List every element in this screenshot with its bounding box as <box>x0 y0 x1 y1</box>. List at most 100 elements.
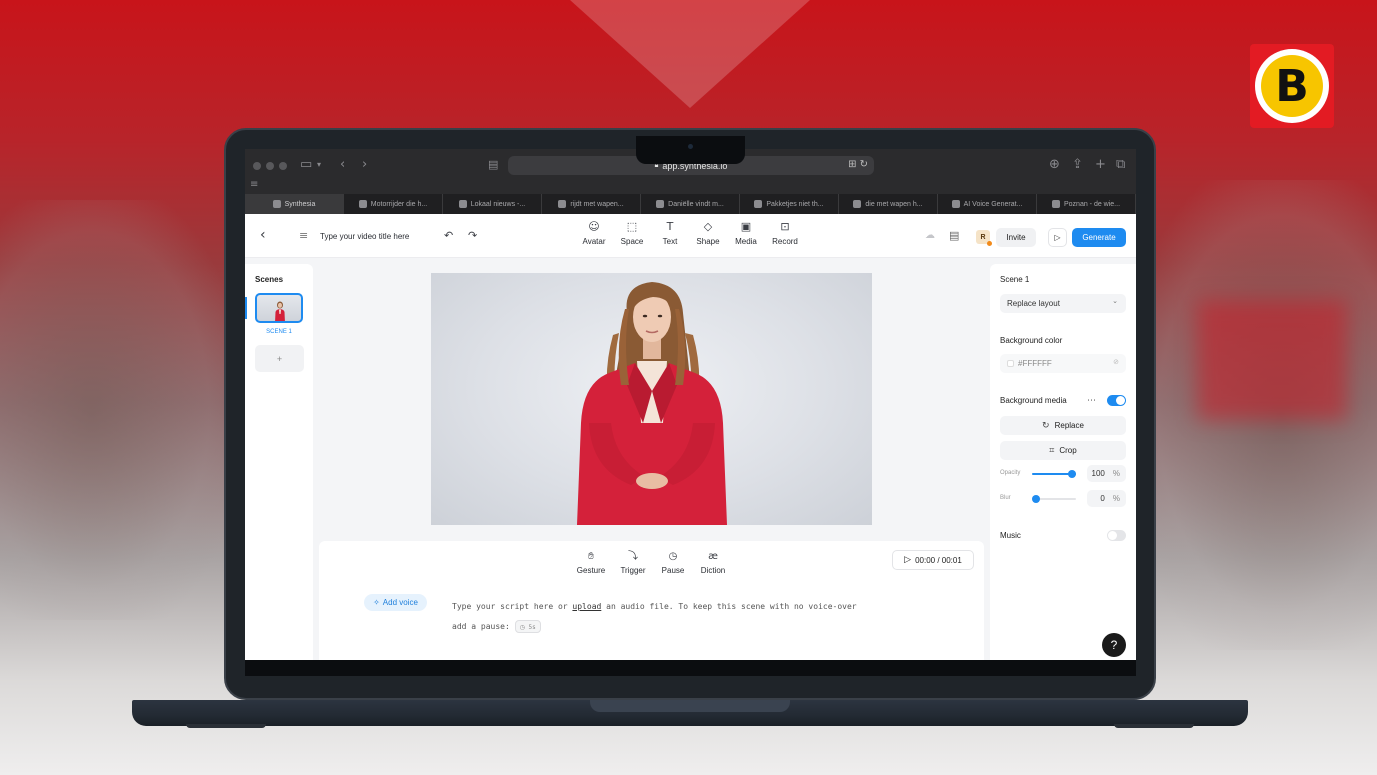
background-media-toggle[interactable] <box>1107 395 1126 406</box>
share-icon[interactable]: ⇪ <box>1072 157 1083 172</box>
back-chevron-icon[interactable]: ‹ <box>260 227 266 243</box>
record-icon: ⊡ <box>780 220 790 233</box>
blur-slider-handle[interactable] <box>1032 495 1040 503</box>
background-blur-left <box>0 200 230 620</box>
blur-slider[interactable] <box>1032 495 1076 503</box>
opacity-slider-handle[interactable] <box>1068 470 1076 478</box>
video-title-input[interactable]: Type your video title here <box>320 232 409 241</box>
browser-tab[interactable]: Synthesia <box>245 194 344 214</box>
tab-favicon-icon <box>1051 200 1060 208</box>
script-input[interactable]: Type your script here or upload an audio… <box>452 597 872 637</box>
tool-label: Gesture <box>576 566 606 575</box>
tab-favicon-icon <box>358 200 367 208</box>
opacity-slider[interactable] <box>1032 470 1076 478</box>
translate-reload-icon[interactable]: ⊞ ↻ <box>848 159 868 170</box>
logo-letter: B <box>1261 55 1323 117</box>
tab-label: rijdt met wapen... <box>570 200 624 208</box>
upload-link[interactable]: upload <box>572 602 601 611</box>
replace-layout-select[interactable]: Replace layout ⌄ <box>1000 294 1126 313</box>
user-initial: R <box>980 233 986 241</box>
sidebar-toggle-icon[interactable]: ▭ <box>300 157 312 172</box>
add-scene-button[interactable]: + <box>255 345 304 372</box>
preview-play-button[interactable]: ▷ <box>1048 228 1067 247</box>
record-tool[interactable]: ⊡ Record <box>766 220 804 246</box>
color-swatch[interactable] <box>1007 360 1014 367</box>
hamburger-icon[interactable]: ≡ <box>299 229 308 242</box>
invite-button[interactable]: Invite <box>996 228 1036 247</box>
background-media-label: Background media <box>1000 396 1067 405</box>
browser-toolbar-strip: ≡ <box>245 179 1136 194</box>
more-options-icon[interactable]: ⋯ <box>1087 396 1096 406</box>
user-avatar[interactable]: R <box>976 230 992 246</box>
background-color-input[interactable]: #FFFFFF ⊘ <box>1000 354 1126 373</box>
camera-lens <box>688 144 693 149</box>
chevron-down-icon: ⌄ <box>1112 297 1118 305</box>
music-toggle[interactable] <box>1107 530 1126 541</box>
playback-timecode[interactable]: ▷ 00:00 / 00:01 <box>892 550 974 570</box>
browser-tab[interactable]: Pakketjes niet th... <box>740 194 839 214</box>
opacity-value: 100 <box>1091 469 1105 478</box>
redo-icon[interactable]: ↷ <box>468 229 477 242</box>
browser-tab[interactable]: die met wapen h... <box>839 194 938 214</box>
crop-media-button[interactable]: ⌗ Crop <box>1000 441 1126 460</box>
tab-label: die met wapen h... <box>865 200 923 208</box>
clock-icon: ◷ <box>668 551 678 562</box>
browser-tab[interactable]: Lokaal nieuws -... <box>443 194 542 214</box>
downloads-icon[interactable]: ⊕ <box>1049 157 1060 172</box>
shape-tool[interactable]: ◇ Shape <box>689 220 727 246</box>
tool-label: Space <box>620 237 644 246</box>
window-close-dot[interactable] <box>253 162 261 170</box>
browser-tab[interactable]: Daniëlle vindt m... <box>641 194 740 214</box>
cloud-sync-icon: ☁ <box>925 230 935 241</box>
tab-bar: Synthesia Motorrijder die h... Lokaal ni… <box>245 194 1136 214</box>
opacity-value-input[interactable]: 100 % <box>1087 465 1126 482</box>
screen-bottom-bezel <box>245 660 1136 676</box>
browser-tab[interactable]: Poznan - de wie... <box>1037 194 1136 214</box>
generate-button[interactable]: Generate <box>1072 228 1126 247</box>
media-tool[interactable]: ▣ Media <box>727 220 765 246</box>
add-voice-button[interactable]: ✧ Add voice <box>364 594 427 611</box>
trigger-tool[interactable]: ⤵ Trigger <box>613 550 653 575</box>
toggle-knob <box>1108 531 1117 540</box>
sidebar-dropdown-icon[interactable]: ▾ <box>317 160 321 169</box>
toggle-knob <box>1116 396 1125 405</box>
back-icon[interactable]: ‹ <box>340 157 345 172</box>
scene-canvas[interactable] <box>431 273 872 525</box>
pause-chip[interactable]: ◷ 5s <box>514 620 541 633</box>
tab-label: Daniëlle vindt m... <box>668 200 724 208</box>
tab-favicon-icon <box>853 200 862 208</box>
browser-tab[interactable]: AI Voice Generat... <box>938 194 1037 214</box>
clock-icon: ◷ <box>519 624 525 631</box>
forward-icon[interactable]: › <box>362 157 367 172</box>
browser-tab[interactable]: rijdt met wapen... <box>542 194 641 214</box>
browser-tab[interactable]: Motorrijder die h... <box>344 194 443 214</box>
diction-tool[interactable]: æ Diction <box>693 550 733 575</box>
pause-tool[interactable]: ◷ Pause <box>653 550 693 575</box>
blur-value-input[interactable]: 0 % <box>1087 490 1126 507</box>
undo-icon[interactable]: ↶ <box>444 229 453 242</box>
new-tab-icon[interactable]: + <box>1095 157 1106 172</box>
avatar-presenter[interactable] <box>431 273 872 525</box>
tab-label: Motorrijder die h... <box>370 200 428 208</box>
blur-label: Blur <box>1000 495 1011 501</box>
properties-panel: Scene 1 Replace layout ⌄ Background colo… <box>990 264 1136 660</box>
window-minimize-dot[interactable] <box>266 162 274 170</box>
scene-thumbnail[interactable] <box>255 293 303 323</box>
scenes-title: Scenes <box>255 275 284 284</box>
reader-icon[interactable]: ▤ <box>488 158 498 171</box>
window-zoom-dot[interactable] <box>279 162 287 170</box>
tab-label: Lokaal nieuws -... <box>470 200 526 208</box>
tab-overview-icon[interactable]: ⧉ <box>1116 157 1125 172</box>
tool-label: Record <box>772 237 798 246</box>
replace-media-button[interactable]: ↻ Replace <box>1000 416 1126 435</box>
gesture-tool[interactable]: ✋︎ Gesture <box>571 550 611 575</box>
help-button[interactable]: ? <box>1102 633 1126 657</box>
music-label: Music <box>1000 531 1021 540</box>
laptop-foot-right <box>1114 724 1194 728</box>
menu-icon[interactable]: ≡ <box>250 179 258 190</box>
space-tool[interactable]: ⬚ Space <box>613 220 651 246</box>
text-tool[interactable]: T Text <box>651 220 689 246</box>
avatar-tool[interactable]: ☺ Avatar <box>575 220 613 246</box>
notes-icon[interactable]: ▤ <box>949 229 959 242</box>
eye-off-icon[interactable]: ⊘ <box>1113 358 1119 366</box>
